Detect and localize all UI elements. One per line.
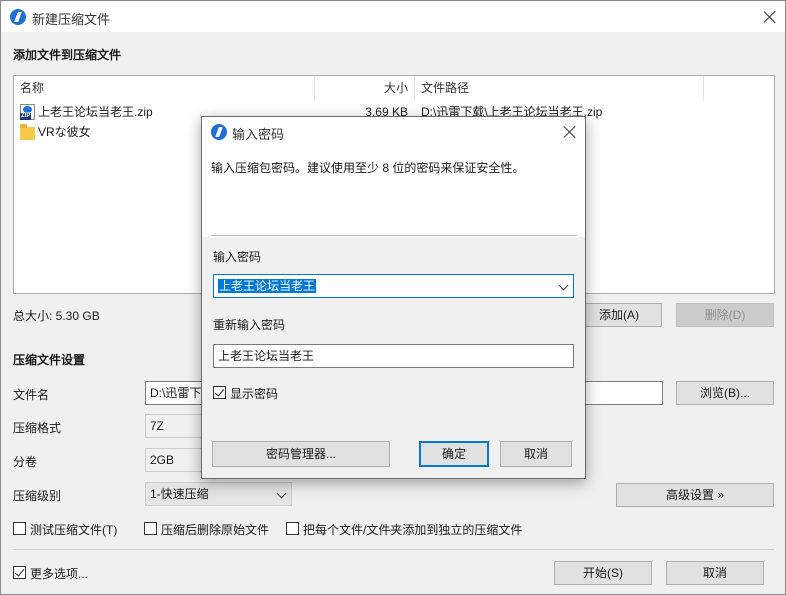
- test-archive-label: 测试压缩文件(T): [30, 523, 118, 537]
- start-button[interactable]: 开始(S): [554, 561, 652, 585]
- more-options-label: 更多选项...: [30, 567, 89, 581]
- password-label: 输入密码: [213, 250, 262, 264]
- total-size-text: 总大小: 5.30 GB: [13, 309, 100, 323]
- password-value: 上老王论坛当老王: [218, 279, 317, 293]
- column-header-path[interactable]: 文件路径: [415, 76, 704, 101]
- confirm-password-input[interactable]: 上老王论坛当老王: [213, 344, 574, 368]
- volume-label: 分卷: [13, 455, 38, 469]
- column-header-name[interactable]: 名称: [14, 76, 315, 101]
- file-name: VRな彼女: [38, 125, 91, 139]
- app-logo-icon: [10, 9, 26, 25]
- advanced-settings-button[interactable]: 高级设置 »: [616, 483, 774, 507]
- chevron-down-icon: [276, 488, 287, 499]
- separate-archives-checkbox[interactable]: [286, 522, 299, 535]
- window-titlebar: 新建压缩文件: [1, 1, 785, 32]
- delete-button[interactable]: 删除(D): [676, 303, 774, 327]
- confirm-password-label: 重新输入密码: [213, 318, 286, 332]
- dialog-cancel-button[interactable]: 取消: [500, 441, 572, 467]
- cancel-button[interactable]: 取消: [666, 561, 764, 585]
- level-label: 压缩级别: [13, 489, 62, 503]
- delete-after-checkbox[interactable]: [144, 522, 157, 535]
- ok-button[interactable]: 确定: [419, 441, 489, 467]
- dialog-info-panel: 输入压缩包密码。建议使用至少 8 位的密码来保证安全性。: [202, 147, 585, 237]
- divider: [13, 549, 774, 550]
- browse-button[interactable]: 浏览(B)...: [676, 381, 774, 405]
- level-select-value: 1-快速压缩: [150, 487, 209, 501]
- test-archive-checkbox[interactable]: [13, 522, 26, 535]
- window-title: 新建压缩文件: [32, 12, 111, 27]
- window-close-icon[interactable]: [762, 9, 778, 25]
- section-settings-heading: 压缩文件设置: [13, 353, 86, 367]
- app-logo-icon: [211, 124, 227, 140]
- show-password-checkbox[interactable]: [213, 386, 226, 399]
- password-manager-button[interactable]: 密码管理器...: [212, 441, 390, 467]
- dialog-title: 输入密码: [232, 127, 285, 142]
- dialog-info-text: 输入压缩包密码。建议使用至少 8 位的密码来保证安全性。: [211, 161, 525, 175]
- format-label: 压缩格式: [13, 421, 62, 435]
- password-combo[interactable]: 上老王论坛当老王: [213, 274, 574, 298]
- level-select[interactable]: 1-快速压缩: [145, 482, 292, 506]
- file-name: 上老王论坛当老王.zip: [38, 105, 153, 119]
- dialog-close-icon[interactable]: [562, 124, 578, 140]
- filename-label: 文件名: [13, 388, 50, 402]
- dialog-titlebar: 输入密码: [202, 117, 585, 147]
- delete-after-label: 压缩后删除原始文件: [161, 523, 270, 537]
- password-dialog: 输入密码 输入压缩包密码。建议使用至少 8 位的密码来保证安全性。 输入密码 上…: [201, 116, 586, 479]
- zip-file-icon: [20, 104, 35, 120]
- separate-archives-label: 把每个文件/文件夹添加到独立的压缩文件: [303, 523, 523, 537]
- dialog-divider: [211, 235, 577, 236]
- folder-icon: [20, 124, 35, 140]
- add-button[interactable]: 添加(A): [576, 303, 662, 327]
- section-add-files-heading: 添加文件到压缩文件: [13, 48, 122, 62]
- more-options-checkbox[interactable]: [13, 566, 26, 579]
- show-password-label: 显示密码: [230, 387, 279, 401]
- chevron-down-icon[interactable]: [558, 280, 569, 291]
- column-header-size[interactable]: 大小: [315, 76, 415, 101]
